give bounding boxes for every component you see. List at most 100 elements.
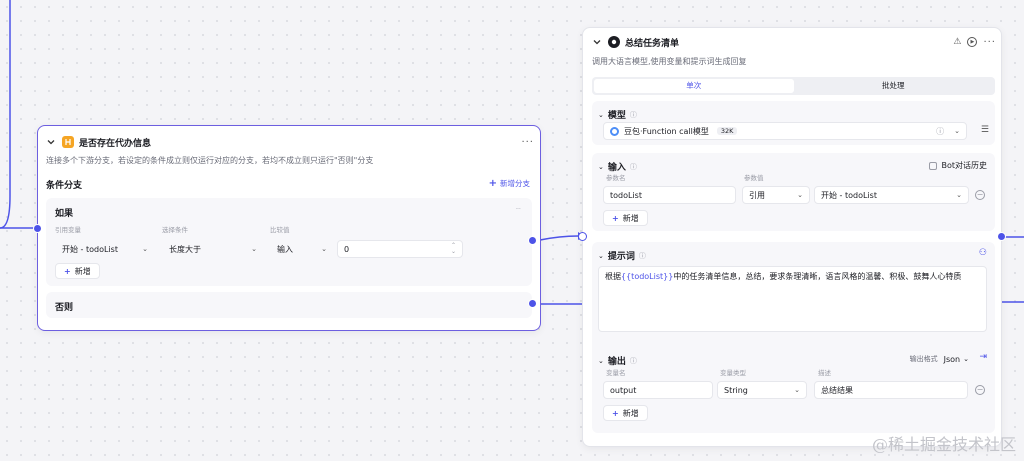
export-icon[interactable]: ⇥ — [979, 352, 987, 362]
else-output-port[interactable] — [528, 299, 537, 308]
prompt-textarea[interactable]: 根据{{todoList}}中的任务清单信息，总结，要求条理清晰，语言风格的温馨… — [598, 266, 987, 332]
add-input-button[interactable]: + 新增 — [603, 210, 648, 226]
collapse-chevron-icon[interactable] — [46, 137, 56, 147]
prompt-library-icon[interactable]: ⚇ — [979, 248, 987, 258]
condition-value: 长度大于 — [169, 244, 201, 254]
param-name-input[interactable]: todoList — [603, 186, 736, 204]
model-select[interactable]: 豆包·Function call模型 32K ⓘ ⌄ — [603, 122, 967, 140]
chevron-down-icon: ⌄ — [963, 355, 969, 363]
prompt-variable: {{todoList}} — [621, 272, 674, 281]
chevron-down-icon: ⌄ — [797, 191, 803, 199]
chevron-down-icon[interactable]: ⌄ — [598, 111, 604, 119]
condition-select[interactable]: 长度大于 ⌄ — [162, 240, 264, 258]
param-name-column-label: 参数名 — [606, 174, 626, 182]
add-output-label: 新增 — [622, 408, 639, 418]
context-badge: 32K — [716, 127, 738, 135]
llm-node[interactable]: 总结任务清单 ⚠ ▶ ··· 调用大语言模型,使用变量和提示词生成回复 单次 批… — [582, 27, 1002, 447]
checkbox[interactable] — [929, 161, 938, 170]
output-section-header: ⌄ 输出 ⓘ — [598, 354, 637, 368]
ref-value: 开始 - todoList — [821, 190, 877, 200]
bot-history-toggle[interactable]: Bot对话历史 — [929, 160, 987, 171]
chevron-down-icon[interactable]: ⌄ — [598, 163, 604, 171]
compare-type-select[interactable]: 输入 ⌄ — [270, 240, 334, 258]
output-var-desc-input[interactable]: 总结结果 — [814, 381, 968, 399]
chevron-down-icon: ⌄ — [251, 245, 257, 253]
ref-variable-value: 开始 - todoList — [62, 244, 118, 254]
output-var-type: String — [724, 385, 748, 395]
info-icon: ⓘ — [629, 110, 637, 119]
plus-icon: + — [612, 408, 619, 418]
add-branch-label: 新增分支 — [500, 179, 530, 188]
llm-output-port[interactable] — [997, 232, 1006, 241]
ref-type-value: 引用 — [749, 190, 765, 200]
chevron-down-icon: ⌄ — [794, 386, 800, 394]
ref-value-select[interactable]: 开始 - todoList ⌄ — [814, 186, 969, 204]
output-var-desc: 总结结果 — [821, 385, 853, 395]
play-icon[interactable]: ▶ — [967, 37, 978, 47]
output-format-label: 输出格式 — [909, 355, 938, 363]
chevron-down-icon: ⌄ — [954, 127, 960, 135]
ref-variable-select[interactable]: 开始 - todoList ⌄ — [55, 240, 155, 258]
param-value-column-label: 参数值 — [744, 174, 764, 182]
else-branch: 否则 — [46, 292, 532, 318]
chevron-down-icon: ⌄ — [956, 191, 962, 199]
input-port[interactable] — [33, 224, 42, 233]
compare-value-input[interactable]: 0 ⌃ ⌄ — [337, 240, 463, 258]
node-description: 调用大语言模型,使用变量和提示词生成回复 — [592, 57, 747, 66]
ref-column-label: 引用变量 — [55, 226, 81, 234]
more-icon[interactable]: ··· — [983, 37, 996, 48]
llm-icon — [608, 36, 620, 48]
ref-type-select[interactable]: 引用 ⌄ — [742, 186, 810, 204]
var-desc-column-label: 描述 — [818, 369, 831, 377]
bot-history-label: Bot对话历史 — [941, 161, 987, 170]
chevron-down-icon: ⌄ — [142, 245, 148, 253]
node-title: 是否存在代办信息 — [79, 138, 152, 149]
add-branch-button[interactable]: + 新增分支 — [489, 178, 530, 189]
output-section: ⌄ 输出 ⓘ 输出格式 Json ⌄ ⇥ 变量名 变量类型 描述 output … — [592, 347, 995, 433]
llm-input-port[interactable] — [578, 232, 587, 241]
plus-icon: + — [488, 178, 497, 189]
watermark: @稀土掘金技术社区 — [871, 435, 1016, 454]
add-condition-button[interactable]: + 新增 — [55, 263, 100, 279]
info-icon: ⓘ — [629, 356, 637, 365]
drag-handle-icon[interactable]: ⌔ — [514, 206, 522, 216]
prompt-text-before: 根据 — [605, 272, 621, 281]
add-output-button[interactable]: + 新增 — [603, 405, 648, 421]
plus-icon: + — [612, 213, 619, 223]
chevron-down-icon[interactable]: ⌄ — [598, 357, 604, 365]
section-title: 条件分支 — [46, 181, 83, 191]
prompt-text-after: 中的任务清单信息，总结，要求条理清晰，语言风格的温馨、积极、鼓舞人心特质 — [673, 272, 962, 281]
if-label: 如果 — [55, 209, 74, 219]
stepper-icon[interactable]: ⌃ ⌄ — [451, 243, 456, 255]
model-section: ⌄ 模型 ⓘ 豆包·Function call模型 32K ⓘ ⌄ ☰ — [592, 101, 995, 145]
settings-sliders-icon[interactable]: ☰ — [981, 125, 989, 135]
output-format-value: Json — [943, 354, 961, 364]
remove-param-icon[interactable]: − — [975, 190, 985, 200]
output-format-select[interactable]: 输出格式 Json ⌄ — [910, 354, 969, 364]
debug-icon[interactable]: ⚠ — [953, 37, 961, 47]
if-branch: 如果 ⌔ 引用变量 选择条件 比较值 开始 - todoList ⌄ 长度大于 … — [46, 198, 532, 286]
plus-icon: + — [64, 266, 71, 276]
more-icon[interactable]: ··· — [521, 137, 534, 148]
info-icon: ⓘ — [629, 162, 637, 171]
prompt-section-header: ⌄ 提示词 ⓘ — [598, 249, 646, 263]
prompt-title: 提示词 — [607, 252, 635, 262]
output-var-name-input[interactable]: output — [603, 381, 713, 399]
model-name: 豆包·Function call模型 — [624, 126, 709, 136]
remove-output-icon[interactable]: − — [975, 385, 985, 395]
param-name-value: todoList — [610, 190, 642, 200]
condition-icon — [62, 136, 74, 148]
var-name-column-label: 变量名 — [606, 369, 626, 377]
llm-node-header: 总结任务清单 ⚠ ▶ ··· — [592, 32, 996, 52]
if-output-port[interactable] — [528, 236, 537, 245]
collapse-chevron-icon[interactable] — [592, 37, 602, 47]
model-logo-icon — [610, 126, 619, 136]
tab-batch[interactable]: 批处理 — [794, 79, 994, 93]
compare-value: 0 — [344, 244, 350, 254]
condition-node-header: 是否存在代办信息 ··· — [46, 132, 534, 152]
chevron-down-icon[interactable]: ⌄ — [598, 252, 604, 260]
output-var-type-select[interactable]: String ⌄ — [717, 381, 807, 399]
tab-single[interactable]: 单次 — [594, 79, 794, 93]
node-description: 连接多个下游分支，若设定的条件成立则仅运行对应的分支，若均不成立则只运行"否则"… — [46, 156, 374, 165]
condition-node[interactable]: 是否存在代办信息 ··· 连接多个下游分支，若设定的条件成立则仅运行对应的分支，… — [37, 125, 541, 331]
